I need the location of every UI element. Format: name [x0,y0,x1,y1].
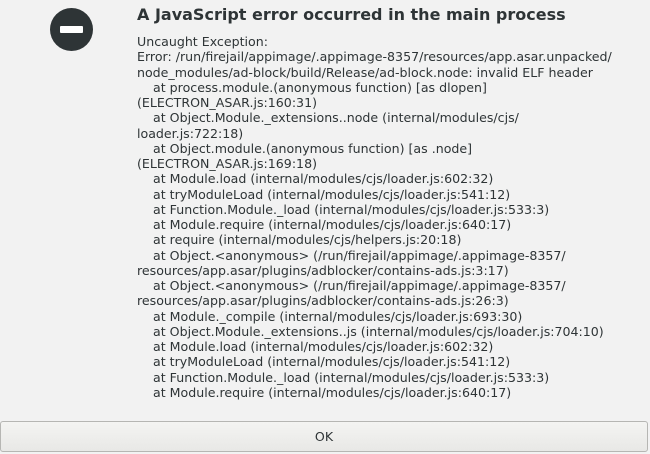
dialog-title: A JavaScript error occurred in the main … [137,5,566,24]
message-line: at require (internal/modules/cjs/helpers… [137,232,462,248]
message-line: (ELECTRON_ASAR.js:160:31) [137,95,317,110]
message-line: (ELECTRON_ASAR.js:169:18) [137,156,317,171]
error-message: Uncaught Exception: Error: /run/firejail/… [137,34,642,400]
error-icon [50,8,93,51]
message-line: Error: /run/firejail/appimage/.appimage-… [137,49,612,65]
message-line: loader.js:722:18) [137,125,244,141]
ok-button[interactable]: OK [0,421,648,452]
message-line: at Object.module.(anonymous function) [a… [137,140,473,156]
message-line: node_modules/ad-block/build/Release/ad-b… [137,64,593,80]
message-line: at Module.load (internal/modules/cjs/loa… [137,171,494,187]
message-line: at Module.require (internal/modules/cjs/… [137,384,512,400]
message-line: Uncaught Exception: [137,34,268,49]
message-line: at Object.<anonymous> (/run/firejail/app… [137,278,566,293]
message-line: at Module.require (internal/modules/cjs/… [137,217,512,232]
message-line: at tryModuleLoad (internal/modules/cjs/l… [137,186,511,202]
message-line: at tryModuleLoad (internal/modules/cjs/l… [137,354,511,370]
message-line: at process.module.(anonymous function) [… [137,79,487,95]
message-line: at Object.Module._extensions..node (inte… [137,110,519,126]
error-icon-bar [60,26,83,33]
message-line: at Object.Module._extensions..js (intern… [137,323,604,339]
message-line: resources/app.asar/plugins/adblocker/con… [137,262,509,278]
message-line: resources/app.asar/plugins/adblocker/con… [137,293,509,309]
message-line: at Function.Module._load (internal/modul… [137,201,550,217]
message-line: at Object.<anonymous> (/run/firejail/app… [137,247,566,263]
message-line: at Module.load (internal/modules/cjs/loa… [137,339,494,354]
error-dialog: A JavaScript error occurred in the main … [0,0,650,454]
message-line: at Module._compile (internal/modules/cjs… [137,308,523,324]
message-line: at Function.Module._load (internal/modul… [137,369,550,385]
